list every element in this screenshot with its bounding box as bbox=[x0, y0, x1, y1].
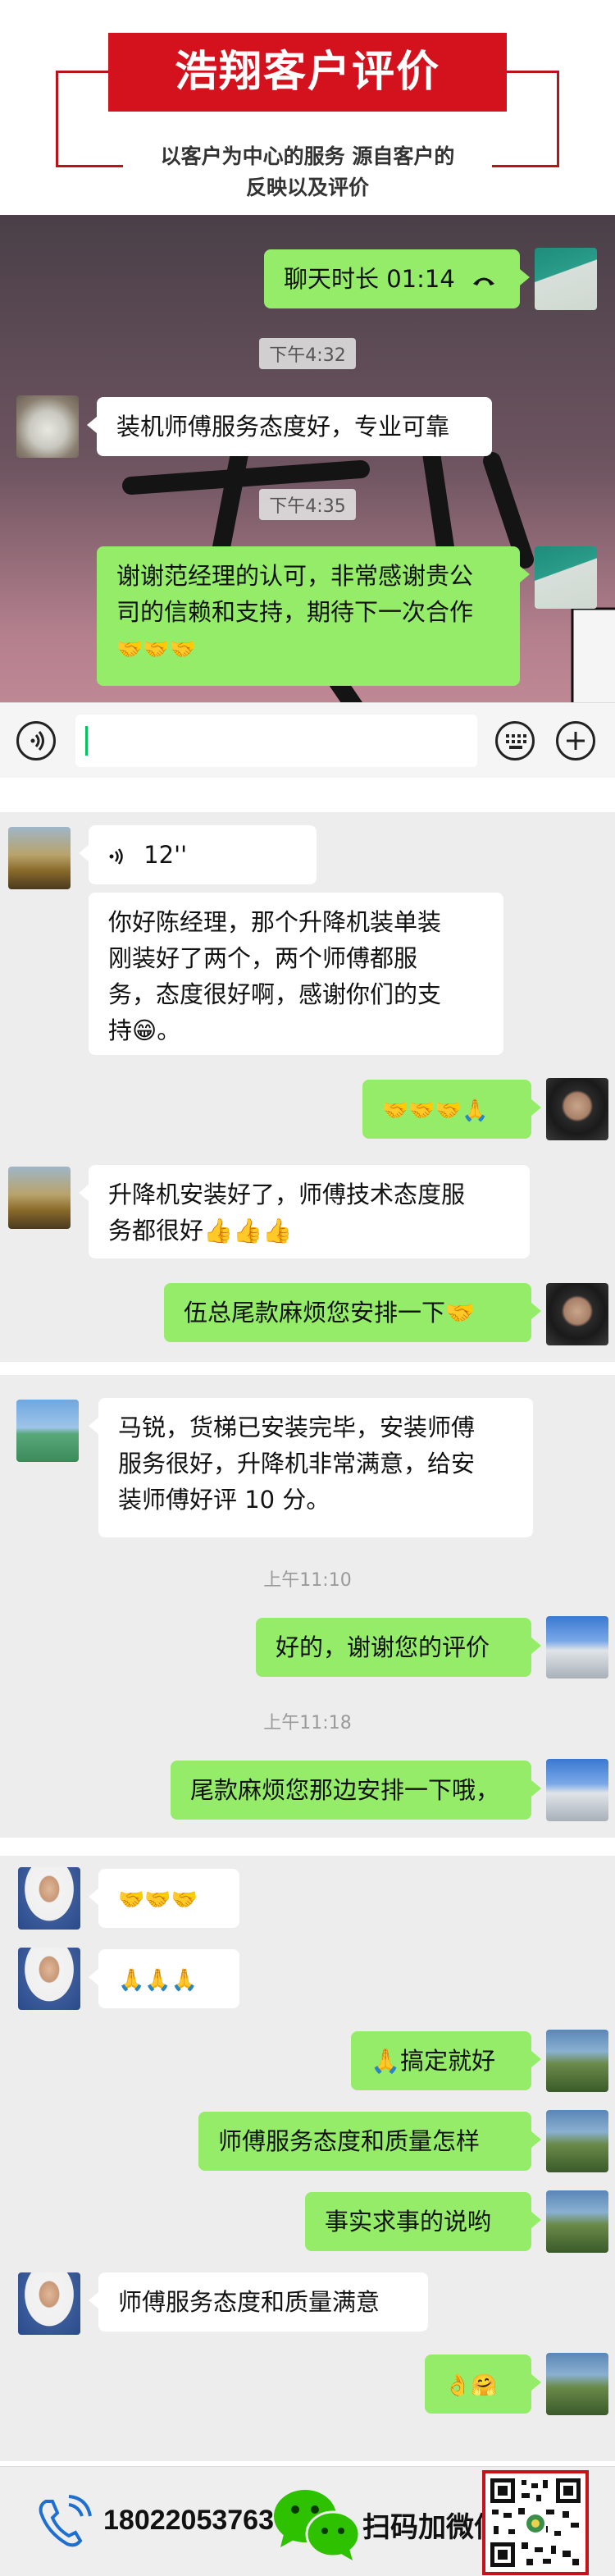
avatar-self[interactable] bbox=[535, 546, 597, 609]
phone-hangup-icon bbox=[473, 277, 495, 285]
message-bubble[interactable]: 好的，谢谢您的评价 bbox=[256, 1618, 541, 1677]
message-bubble[interactable]: 师傅服务态度和质量怎样 bbox=[198, 2112, 541, 2171]
timestamp: 下午4:32 bbox=[0, 338, 615, 369]
avatar-customer[interactable] bbox=[8, 1167, 71, 1229]
wechat-label: 扫码加微信 bbox=[362, 2511, 502, 2544]
page-title: 浩翔客户评价 bbox=[108, 33, 507, 112]
voice-icon[interactable] bbox=[16, 721, 56, 760]
chat-screenshot-2: 12'' 你好陈经理，那个升降机装单装 刚装好了两个，两个师傅都服 务，态度很好… bbox=[0, 812, 615, 1362]
phone-number[interactable]: 18022053763 bbox=[103, 2505, 274, 2537]
avatar-self[interactable] bbox=[546, 2030, 608, 2092]
plus-icon[interactable] bbox=[556, 721, 595, 760]
avatar-self[interactable] bbox=[546, 1759, 608, 1821]
footer: 18022053763 扫码加微信 bbox=[0, 2466, 615, 2576]
voice-wave-icon bbox=[109, 848, 123, 865]
message-bubble[interactable]: 🤝🤝🤝🙏 bbox=[362, 1080, 541, 1139]
message-input[interactable] bbox=[75, 715, 477, 767]
message-bubble[interactable]: 🤝🤝🤝 bbox=[89, 1869, 239, 1928]
header: 浩翔客户评价 以客户为中心的服务 源自客户的 反映以及评价 bbox=[0, 0, 615, 215]
message-bubble[interactable]: 谢谢范经理的认可，非常感谢贵公 司的信赖和支持，期待下一次合作 🤝🤝🤝 bbox=[97, 546, 530, 686]
avatar-customer[interactable] bbox=[16, 1400, 79, 1462]
timestamp: 上午11:10 bbox=[263, 1570, 352, 1591]
message-bubble[interactable]: 师傅服务态度和质量满意 bbox=[89, 2272, 428, 2332]
avatar-customer[interactable] bbox=[18, 1948, 80, 2010]
avatar-self[interactable] bbox=[535, 248, 597, 310]
timestamp: 下午4:35 bbox=[0, 489, 615, 520]
message-bubble[interactable]: 升降机安装好了，师傅技术态度服 务都很好👍👍👍 bbox=[79, 1165, 530, 1258]
keyboard-icon[interactable] bbox=[495, 721, 535, 760]
message-bubble[interactable]: 你好陈经理，那个升降机装单装 刚装好了两个，两个师傅都服 务，态度很好啊，感谢你… bbox=[89, 893, 503, 1055]
voice-message-bubble[interactable]: 12'' bbox=[79, 825, 317, 884]
chat-screenshot-4: 🤝🤝🤝 🙏🙏🙏 🙏搞定就好 师傅服务态度和质量怎样 事实求事的说哟 师傅服务态度… bbox=[0, 1856, 615, 2461]
avatar-self[interactable] bbox=[546, 2110, 608, 2172]
phone-icon bbox=[39, 2495, 92, 2547]
avatar-self[interactable] bbox=[546, 2190, 608, 2253]
message-bubble[interactable]: 👌🤗 bbox=[425, 2354, 541, 2414]
chat-input-bar bbox=[0, 702, 615, 778]
avatar-customer[interactable] bbox=[16, 395, 79, 458]
message-bubble[interactable]: 装机师傅服务态度好，专业可靠 bbox=[87, 397, 492, 456]
message-bubble[interactable]: 🙏🙏🙏 bbox=[89, 1949, 239, 2008]
avatar-customer[interactable] bbox=[18, 1867, 80, 1930]
avatar-self[interactable] bbox=[546, 1283, 608, 1345]
chat-screenshot-1: 聊天时长 01:14 下午4:32 装机师傅服务态度好，专业可靠 下午4:35 … bbox=[0, 215, 615, 778]
message-bubble[interactable]: 伍总尾款麻烦您安排一下🤝 bbox=[164, 1283, 541, 1342]
chat-screenshot-3: 马锐，货梯已安装完毕，安装师傅 服务很好，升降机非常满意，给安 装师傅好评 10… bbox=[0, 1375, 615, 1838]
call-duration-bubble[interactable]: 聊天时长 01:14 bbox=[264, 249, 530, 308]
avatar-self[interactable] bbox=[546, 1616, 608, 1679]
timestamp: 上午11:18 bbox=[263, 1713, 352, 1733]
avatar-customer[interactable] bbox=[8, 827, 71, 889]
page-subtitle: 以客户为中心的服务 源自客户的 反映以及评价 bbox=[160, 144, 455, 199]
message-bubble[interactable]: 马锐，货梯已安装完毕，安装师傅 服务很好，升降机非常满意，给安 装师傅好评 10… bbox=[89, 1398, 533, 1537]
wechat-icon bbox=[274, 2490, 361, 2560]
message-bubble[interactable]: 尾款麻烦您那边安排一下哦， bbox=[171, 1761, 541, 1820]
message-bubble[interactable]: 🙏搞定就好 bbox=[351, 2031, 541, 2090]
avatar-customer[interactable] bbox=[18, 2272, 80, 2335]
avatar-self[interactable] bbox=[546, 1078, 608, 1140]
avatar-self[interactable] bbox=[546, 2353, 608, 2415]
qr-code[interactable] bbox=[482, 2470, 589, 2575]
message-bubble[interactable]: 事实求事的说哟 bbox=[305, 2192, 541, 2251]
